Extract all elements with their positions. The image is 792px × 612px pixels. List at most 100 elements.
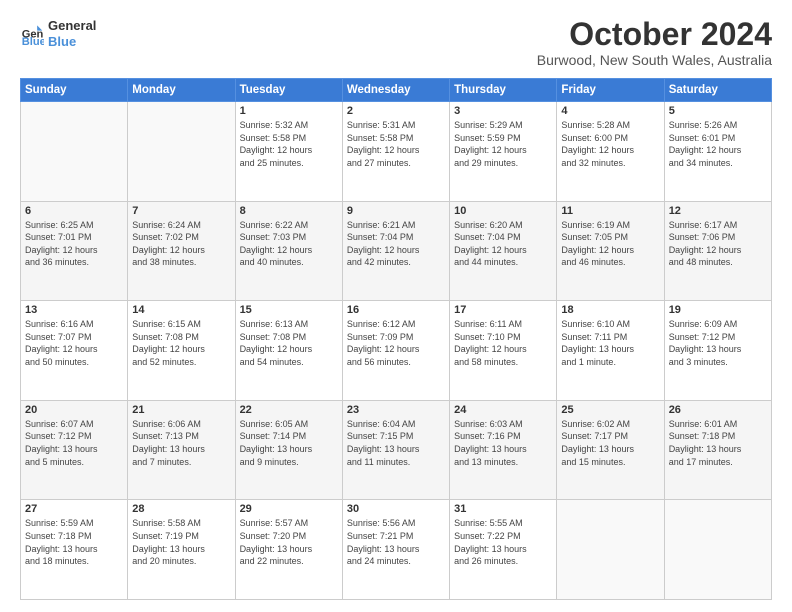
logo: Gen Blue General Blue <box>20 18 96 49</box>
day-number: 28 <box>132 503 230 515</box>
day-detail: Sunrise: 5:32 AM Sunset: 5:58 PM Dayligh… <box>240 119 338 169</box>
day-number: 13 <box>25 304 123 316</box>
day-detail: Sunrise: 6:06 AM Sunset: 7:13 PM Dayligh… <box>132 418 230 468</box>
day-number: 25 <box>561 404 659 416</box>
day-detail: Sunrise: 6:12 AM Sunset: 7:09 PM Dayligh… <box>347 318 445 368</box>
day-detail: Sunrise: 6:05 AM Sunset: 7:14 PM Dayligh… <box>240 418 338 468</box>
calendar-cell <box>128 102 235 202</box>
calendar-cell: 18 Sunrise: 6:10 AM Sunset: 7:11 PM Dayli… <box>557 301 664 401</box>
day-number: 10 <box>454 205 552 217</box>
day-detail: Sunrise: 6:13 AM Sunset: 7:08 PM Dayligh… <box>240 318 338 368</box>
calendar-cell: 22 Sunrise: 6:05 AM Sunset: 7:14 PM Dayli… <box>235 400 342 500</box>
calendar-cell: 6 Sunrise: 6:25 AM Sunset: 7:01 PM Daylig… <box>21 201 128 301</box>
day-number: 24 <box>454 404 552 416</box>
logo-icon: Gen Blue <box>20 22 44 46</box>
calendar-cell: 30 Sunrise: 5:56 AM Sunset: 7:21 PM Dayli… <box>342 500 449 600</box>
day-detail: Sunrise: 6:11 AM Sunset: 7:10 PM Dayligh… <box>454 318 552 368</box>
day-detail: Sunrise: 6:20 AM Sunset: 7:04 PM Dayligh… <box>454 219 552 269</box>
calendar-cell <box>21 102 128 202</box>
day-number: 26 <box>669 404 767 416</box>
day-header-wednesday: Wednesday <box>342 79 449 102</box>
calendar-cell: 5Sunrise: 5:26 AM Sunset: 6:01 PM Daylig… <box>664 102 771 202</box>
day-header-friday: Friday <box>557 79 664 102</box>
day-number: 5 <box>669 105 767 117</box>
calendar-cell: 15Sunrise: 6:13 AM Sunset: 7:08 PM Dayli… <box>235 301 342 401</box>
day-number: 6 <box>25 205 123 217</box>
calendar-cell: 13 Sunrise: 6:16 AM Sunset: 7:07 PM Dayli… <box>21 301 128 401</box>
calendar-cell: 7Sunrise: 6:24 AM Sunset: 7:02 PM Daylig… <box>128 201 235 301</box>
day-number: 21 <box>132 404 230 416</box>
day-detail: Sunrise: 6:19 AM Sunset: 7:05 PM Dayligh… <box>561 219 659 269</box>
day-detail: Sunrise: 6:03 AM Sunset: 7:16 PM Dayligh… <box>454 418 552 468</box>
day-detail: Sunrise: 6:25 AM Sunset: 7:01 PM Dayligh… <box>25 219 123 269</box>
day-detail: Sunrise: 6:21 AM Sunset: 7:04 PM Dayligh… <box>347 219 445 269</box>
day-number: 12 <box>669 205 767 217</box>
calendar-cell: 21 Sunrise: 6:06 AM Sunset: 7:13 PM Dayli… <box>128 400 235 500</box>
day-header-saturday: Saturday <box>664 79 771 102</box>
day-number: 14 <box>132 304 230 316</box>
calendar-cell: 14 Sunrise: 6:15 AM Sunset: 7:08 PM Dayli… <box>128 301 235 401</box>
day-number: 18 <box>561 304 659 316</box>
calendar-cell: 4 Sunrise: 5:28 AM Sunset: 6:00 PM Daylig… <box>557 102 664 202</box>
day-number: 9 <box>347 205 445 217</box>
day-number: 17 <box>454 304 552 316</box>
day-detail: Sunrise: 5:29 AM Sunset: 5:59 PM Dayligh… <box>454 119 552 169</box>
day-number: 11 <box>561 205 659 217</box>
day-number: 4 <box>561 105 659 117</box>
calendar-cell <box>664 500 771 600</box>
day-detail: Sunrise: 6:15 AM Sunset: 7:08 PM Dayligh… <box>132 318 230 368</box>
day-number: 1 <box>240 105 338 117</box>
calendar-cell: 8 Sunrise: 6:22 AM Sunset: 7:03 PM Daylig… <box>235 201 342 301</box>
day-number: 19 <box>669 304 767 316</box>
calendar-cell: 9 Sunrise: 6:21 AM Sunset: 7:04 PM Daylig… <box>342 201 449 301</box>
calendar-cell: 25 Sunrise: 6:02 AM Sunset: 7:17 PM Dayli… <box>557 400 664 500</box>
day-number: 30 <box>347 503 445 515</box>
day-detail: Sunrise: 5:59 AM Sunset: 7:18 PM Dayligh… <box>25 517 123 567</box>
day-number: 31 <box>454 503 552 515</box>
calendar-week-row: 1 Sunrise: 5:32 AM Sunset: 5:58 PM Daylig… <box>21 102 772 202</box>
calendar-cell: 19Sunrise: 6:09 AM Sunset: 7:12 PM Dayli… <box>664 301 771 401</box>
calendar-cell: 28Sunrise: 5:58 AM Sunset: 7:19 PM Dayli… <box>128 500 235 600</box>
day-detail: Sunrise: 6:22 AM Sunset: 7:03 PM Dayligh… <box>240 219 338 269</box>
day-number: 20 <box>25 404 123 416</box>
logo-line1: General <box>48 18 96 34</box>
calendar-cell: 24 Sunrise: 6:03 AM Sunset: 7:16 PM Dayli… <box>450 400 557 500</box>
calendar-cell: 27 Sunrise: 5:59 AM Sunset: 7:18 PM Dayli… <box>21 500 128 600</box>
day-number: 27 <box>25 503 123 515</box>
calendar-week-row: 27 Sunrise: 5:59 AM Sunset: 7:18 PM Dayli… <box>21 500 772 600</box>
calendar-header-row: SundayMondayTuesdayWednesdayThursdayFrid… <box>21 79 772 102</box>
day-detail: Sunrise: 6:16 AM Sunset: 7:07 PM Dayligh… <box>25 318 123 368</box>
calendar-cell: 17 Sunrise: 6:11 AM Sunset: 7:10 PM Dayli… <box>450 301 557 401</box>
day-detail: Sunrise: 6:02 AM Sunset: 7:17 PM Dayligh… <box>561 418 659 468</box>
day-number: 2 <box>347 105 445 117</box>
day-detail: Sunrise: 6:10 AM Sunset: 7:11 PM Dayligh… <box>561 318 659 368</box>
day-detail: Sunrise: 5:56 AM Sunset: 7:21 PM Dayligh… <box>347 517 445 567</box>
calendar-cell: 20Sunrise: 6:07 AM Sunset: 7:12 PM Dayli… <box>21 400 128 500</box>
day-header-thursday: Thursday <box>450 79 557 102</box>
calendar-cell: 11 Sunrise: 6:19 AM Sunset: 7:05 PM Dayli… <box>557 201 664 301</box>
calendar-cell: 26 Sunrise: 6:01 AM Sunset: 7:18 PM Dayli… <box>664 400 771 500</box>
calendar-cell: 3Sunrise: 5:29 AM Sunset: 5:59 PM Daylig… <box>450 102 557 202</box>
day-header-sunday: Sunday <box>21 79 128 102</box>
day-number: 29 <box>240 503 338 515</box>
calendar-cell: 31 Sunrise: 5:55 AM Sunset: 7:22 PM Dayli… <box>450 500 557 600</box>
day-detail: Sunrise: 5:31 AM Sunset: 5:58 PM Dayligh… <box>347 119 445 169</box>
day-detail: Sunrise: 6:01 AM Sunset: 7:18 PM Dayligh… <box>669 418 767 468</box>
day-detail: Sunrise: 6:17 AM Sunset: 7:06 PM Dayligh… <box>669 219 767 269</box>
calendar-cell: 10 Sunrise: 6:20 AM Sunset: 7:04 PM Dayli… <box>450 201 557 301</box>
page-title: October 2024 <box>537 18 772 50</box>
day-number: 23 <box>347 404 445 416</box>
svg-text:Blue: Blue <box>22 36 44 46</box>
day-header-tuesday: Tuesday <box>235 79 342 102</box>
page: Gen Blue General Blue October 2024 Burwo… <box>0 0 792 612</box>
day-number: 22 <box>240 404 338 416</box>
day-detail: Sunrise: 5:28 AM Sunset: 6:00 PM Dayligh… <box>561 119 659 169</box>
logo-line2: Blue <box>48 34 96 50</box>
day-number: 8 <box>240 205 338 217</box>
calendar-cell: 1 Sunrise: 5:32 AM Sunset: 5:58 PM Daylig… <box>235 102 342 202</box>
calendar-cell <box>557 500 664 600</box>
day-detail: Sunrise: 6:04 AM Sunset: 7:15 PM Dayligh… <box>347 418 445 468</box>
calendar-week-row: 6 Sunrise: 6:25 AM Sunset: 7:01 PM Daylig… <box>21 201 772 301</box>
day-detail: Sunrise: 5:55 AM Sunset: 7:22 PM Dayligh… <box>454 517 552 567</box>
day-detail: Sunrise: 5:57 AM Sunset: 7:20 PM Dayligh… <box>240 517 338 567</box>
